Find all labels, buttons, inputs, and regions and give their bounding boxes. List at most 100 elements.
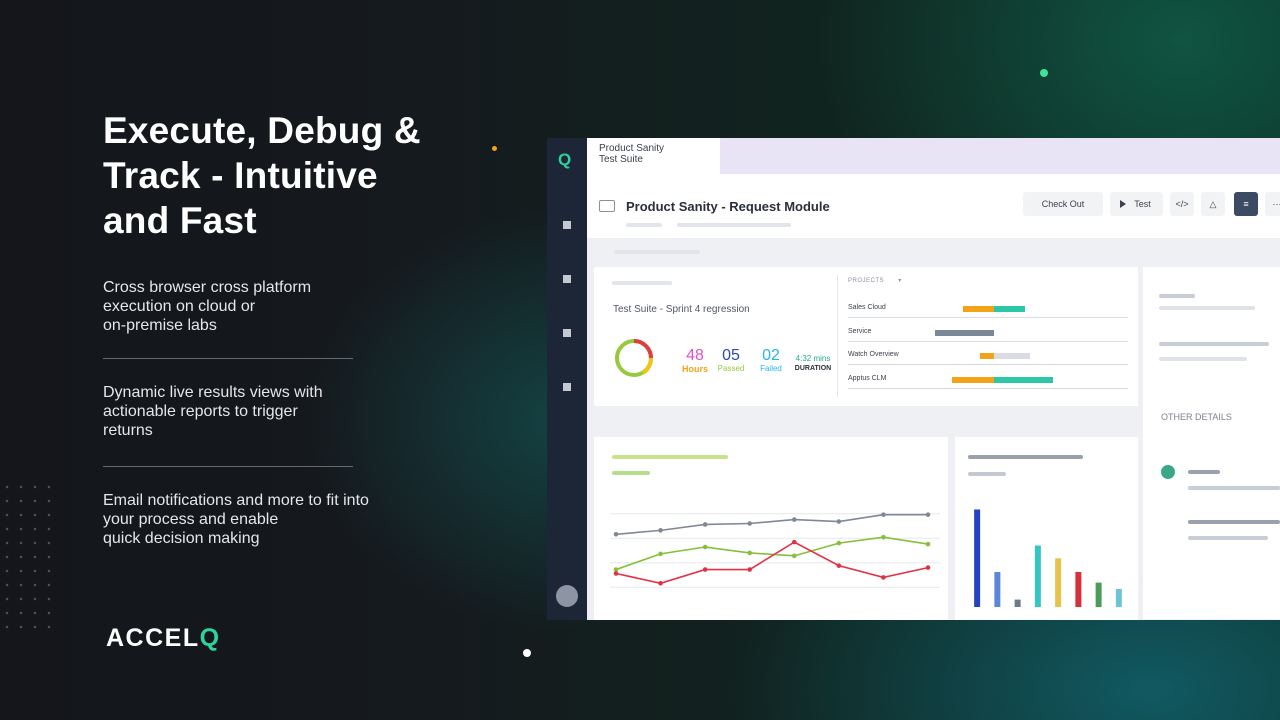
placeholder-line [1159,294,1195,298]
data-point [881,512,886,517]
data-point [613,567,619,572]
data-point [747,567,753,572]
other-details-label: OTHER DETAILS [1161,412,1232,422]
placeholder-line [614,250,700,254]
bar [1014,599,1021,607]
sidebar-item-2[interactable] [563,275,571,283]
project-bar-positive [994,353,1031,359]
failed-metric: 02 Failed [754,347,788,374]
project-label: Sales Cloud [848,304,886,311]
hours-metric: 48 Hours [678,347,712,374]
placeholder-line [612,471,650,475]
bar [1095,582,1102,607]
project-bar-negative [980,353,994,359]
passed-label: Passed [717,364,745,373]
failed-value: 02 [762,347,780,364]
placeholder-line [612,455,728,459]
placeholder-line [1188,520,1280,524]
project-label: Apptus CLM [848,374,887,382]
sidebar-item-1[interactable] [563,221,571,229]
tab-product-sanity[interactable]: Product Sanity Test Suite [587,138,720,174]
data-point [747,550,753,556]
placeholder-line [1188,536,1268,540]
data-point [658,551,663,557]
hours-label: Hours [681,364,708,374]
avatar[interactable] [556,585,578,607]
decor-dot-white [523,649,531,657]
passed-metric: 05 Passed [714,347,748,374]
data-point [658,580,663,586]
progress-ring [615,339,653,377]
sidebar-item-4[interactable] [563,383,571,391]
projects-dropdown[interactable]: PROJECTS ▾ [848,277,902,284]
data-point [791,517,797,522]
bar-chart [974,509,1122,607]
placeholder-line [968,455,1083,459]
project-label: Service [848,327,872,335]
project-bar-positive [994,306,1025,312]
app-logo[interactable]: Q [558,150,571,170]
data-point [836,563,842,568]
line-chart [610,512,940,588]
row-divider [848,387,1128,389]
more-button[interactable]: ⋯ [1265,192,1280,216]
test-button[interactable]: Test [1110,192,1163,216]
bar [1075,572,1082,607]
decor-dot-orange [492,146,497,151]
placeholder-line [1159,342,1269,346]
headline: Execute, Debug & Track - Intuitive and F… [103,110,421,241]
details-button[interactable]: ≡ [1234,192,1258,216]
duration-label: DURATION [794,365,832,372]
passed-value: 05 [722,347,740,364]
project-bar-positive [994,376,1053,383]
data-point [658,528,663,533]
placeholder-line [1188,470,1220,474]
data-point [702,544,708,550]
more-icon: ⋯ [1272,199,1280,209]
divider [103,358,353,359]
bar-chart-card [955,437,1138,620]
divider [103,466,353,467]
sidebar: Q [547,138,587,620]
briefcase-icon [599,200,615,212]
check-out-button[interactable]: Check Out [1023,192,1103,216]
data-point [881,534,886,540]
hours-value: 48 [686,347,704,364]
data-point [881,575,886,580]
bar [994,572,1001,607]
placeholder-line [1188,486,1280,490]
data-point [925,512,931,517]
data-point [925,565,931,570]
placeholder-line [626,223,662,227]
data-point [702,522,708,527]
chevron-down-icon: ▾ [898,278,902,284]
data-point [702,567,708,572]
decor-dot-grid [0,480,60,630]
data-point [791,553,797,559]
suite-name: Test Suite - Sprint 4 regression [613,304,750,315]
decor-dot-green [1040,69,1048,77]
row-divider [848,317,1128,318]
sidebar-item-3[interactable] [563,329,571,337]
placeholder-line [1159,306,1255,310]
status-dot [1161,465,1175,479]
test-suite-summary: Test Suite - Sprint 4 regression 48 Hour… [594,267,1138,406]
placeholder-line [968,472,1006,476]
feature-live-results: Dynamic live results views with actionab… [103,384,323,439]
feature-cross-browser: Cross browser cross platform execution o… [103,279,312,334]
data-point [791,539,797,545]
play-icon [1120,200,1126,208]
code-button[interactable]: </> [1170,192,1194,216]
share-button[interactable]: △ [1201,192,1225,216]
duration-value: 4:32 mins [795,354,831,363]
row-divider [848,340,1128,342]
app-window: Q Product Sanity Test Suite Product Sani… [547,138,1280,620]
bar [1115,588,1122,607]
project-bar-negative [952,376,994,383]
share-icon: △ [1209,199,1217,209]
data-point [925,541,931,547]
page-title: Product Sanity - Request Module [626,199,830,214]
bar [1034,545,1041,607]
divider [837,275,838,397]
data-point [613,531,619,537]
